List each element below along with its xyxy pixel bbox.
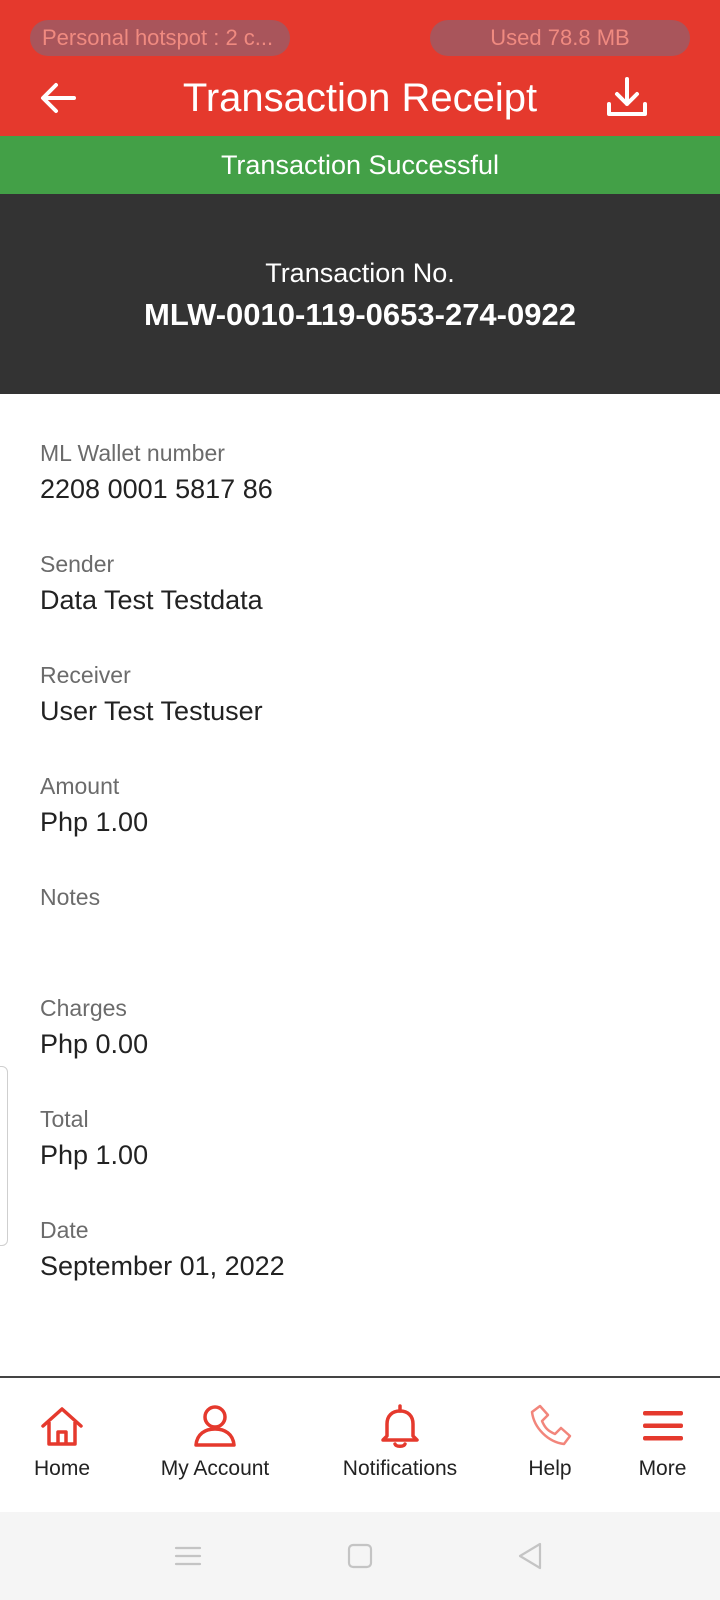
receipt-details: ML Wallet number 2208 0001 5817 86 Sende… — [40, 438, 680, 1326]
download-button[interactable] — [604, 74, 650, 120]
data-usage-indicator: Used 78.8 MB — [430, 20, 690, 56]
detail-total: Total Php 1.00 — [40, 1104, 680, 1215]
phone-icon — [530, 1404, 572, 1446]
recent-apps-icon[interactable] — [170, 1538, 206, 1574]
home-icon — [41, 1407, 83, 1446]
detail-wallet-number: ML Wallet number 2208 0001 5817 86 — [40, 438, 680, 549]
user-icon — [194, 1405, 236, 1447]
app-header: Personal hotspot : 2 c... Used 78.8 MB T… — [0, 0, 720, 136]
field-value: 2208 0001 5817 86 — [40, 474, 273, 504]
home-button-icon[interactable] — [342, 1538, 378, 1574]
field-label: Receiver — [40, 662, 131, 688]
detail-date: Date September 01, 2022 — [40, 1215, 680, 1326]
field-label: Amount — [40, 773, 120, 799]
detail-charges: Charges Php 0.00 — [40, 993, 680, 1104]
field-label: Date — [40, 1217, 89, 1243]
nav-help[interactable]: Help — [510, 1378, 590, 1514]
nav-label: Help — [528, 1457, 572, 1480]
transaction-panel: Transaction No. MLW-0010-119-0653-274-09… — [0, 194, 720, 394]
field-value: Php 0.00 — [40, 1029, 149, 1059]
page-title: Transaction Receipt — [182, 76, 538, 120]
field-value: User Test Testuser — [40, 696, 263, 726]
nav-label: Home — [33, 1457, 91, 1480]
field-label: ML Wallet number — [40, 440, 225, 466]
field-value: Php 1.00 — [40, 807, 149, 837]
nav-my-account[interactable]: My Account — [145, 1378, 285, 1514]
success-banner: Transaction Successful — [0, 136, 720, 194]
menu-icon — [642, 1411, 683, 1441]
system-navigation-bar — [0, 1512, 720, 1600]
arrow-left-icon — [41, 83, 76, 113]
nav-label: My Account — [160, 1457, 270, 1480]
back-button[interactable] — [36, 76, 80, 120]
nav-home[interactable]: Home — [12, 1378, 112, 1514]
bell-icon — [381, 1404, 419, 1448]
hotspot-indicator: Personal hotspot : 2 c... — [30, 20, 290, 56]
field-label: Charges — [40, 995, 127, 1021]
field-label: Notes — [40, 884, 101, 910]
field-value: Php 1.00 — [40, 1140, 149, 1170]
detail-notes: Notes — [40, 882, 680, 993]
field-value: September 01, 2022 — [40, 1251, 285, 1281]
field-label: Total — [40, 1106, 89, 1132]
nav-label: Notifications — [342, 1457, 458, 1480]
detail-receiver: Receiver User Test Testuser — [40, 660, 680, 771]
nav-more[interactable]: More — [620, 1378, 705, 1514]
bottom-navigation: Home My Account Notifications Help More — [0, 1376, 720, 1514]
detail-amount: Amount Php 1.00 — [40, 771, 680, 882]
nav-notifications[interactable]: Notifications — [325, 1378, 475, 1514]
field-value: Data Test Testdata — [40, 585, 263, 615]
transaction-number: MLW-0010-119-0653-274-0922 — [144, 297, 576, 332]
field-label: Sender — [40, 551, 115, 577]
transaction-number-label: Transaction No. — [265, 258, 455, 288]
nav-label: More — [638, 1457, 687, 1480]
back-triangle-icon[interactable] — [512, 1538, 548, 1574]
edge-panel-handle[interactable] — [0, 1066, 8, 1246]
download-icon — [607, 77, 647, 116]
detail-sender: Sender Data Test Testdata — [40, 549, 680, 660]
